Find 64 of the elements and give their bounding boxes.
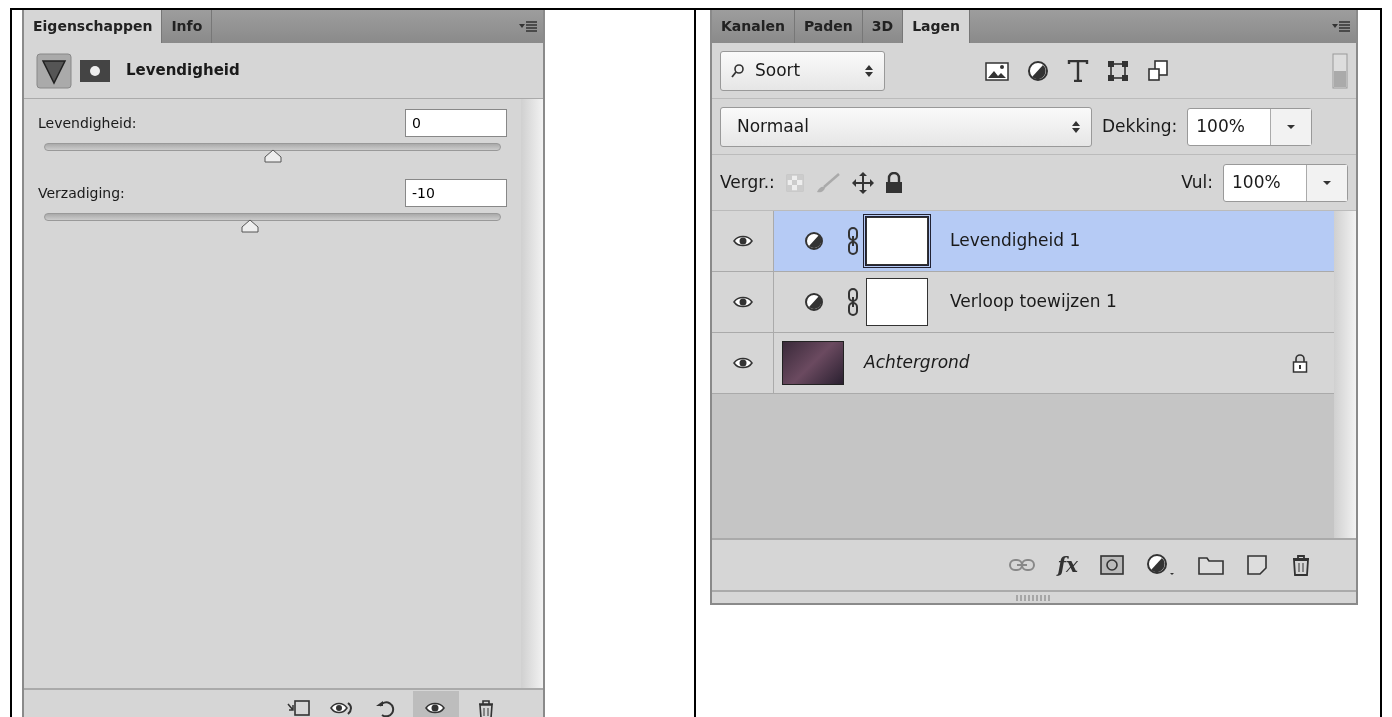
layer-name: Achtergrond <box>864 351 970 375</box>
dropdown-arrow-icon[interactable] <box>1286 123 1297 130</box>
resize-grip-icon[interactable] <box>1016 594 1052 601</box>
field-label: Dekking: <box>1102 114 1178 138</box>
blend-mode-value: Normaal <box>737 114 809 138</box>
slider-label: Levendigheid: <box>38 113 137 133</box>
slider-label: Verzadiging: <box>38 183 125 203</box>
adjustment-icon[interactable] <box>1146 553 1176 577</box>
tool-button[interactable] <box>413 691 459 717</box>
spinner-arrows-icon <box>1071 119 1081 134</box>
adjustment-layer-icon <box>804 231 824 251</box>
mask-icon <box>80 59 110 82</box>
layer-row[interactable]: Levendigheid 1 <box>712 211 1334 272</box>
clip-to-layer-icon <box>286 698 310 717</box>
trash-icon[interactable] <box>1290 553 1312 577</box>
slider-thumb[interactable] <box>240 219 259 233</box>
panel-tab[interactable]: Lagen <box>903 10 971 43</box>
dropdown-arrow-icon[interactable] <box>1322 179 1332 186</box>
layer-name: Levendigheid 1 <box>950 229 1081 253</box>
layer-mask-thumbnail <box>866 217 928 265</box>
opacity-field[interactable]: 100% <box>1187 107 1313 146</box>
field-label: Vul: <box>1181 170 1213 194</box>
filter-toggle-switch[interactable] <box>1332 52 1348 89</box>
adjustment-layer-icon <box>804 292 824 312</box>
shape-filter-icon[interactable] <box>1107 59 1129 82</box>
slider[interactable] <box>44 213 501 235</box>
panel-tab[interactable]: Paden <box>795 10 863 43</box>
spinner-arrows-icon <box>864 63 874 78</box>
panel-tab[interactable]: Kanalen <box>712 10 795 43</box>
padlock-icon[interactable] <box>884 171 903 194</box>
adjustment-filter-icon[interactable] <box>1027 59 1049 82</box>
scrollbar[interactable] <box>1334 211 1356 538</box>
smart-object-filter-icon[interactable] <box>1147 59 1169 82</box>
chain-link-icon <box>846 227 860 255</box>
scrollbar[interactable] <box>521 99 543 688</box>
panel-menu-icon[interactable] <box>519 20 537 33</box>
fx-button[interactable]: fx <box>1057 555 1078 575</box>
fill-field[interactable]: 100% <box>1223 163 1348 202</box>
panel-title: Levendigheid <box>126 60 240 82</box>
type-filter-icon[interactable] <box>1067 59 1089 82</box>
panel-menu-icon[interactable] <box>1332 20 1350 33</box>
new-layer-icon[interactable] <box>1246 554 1268 576</box>
chain-link-icon <box>846 288 860 316</box>
filter-dropdown[interactable]: Soort <box>720 50 885 91</box>
panel-tab[interactable]: Eigenschappen <box>24 10 163 43</box>
mask-icon[interactable] <box>1100 555 1124 575</box>
photo-placeholder <box>782 341 844 385</box>
search-icon <box>731 62 745 79</box>
folder-icon[interactable] <box>1198 555 1224 575</box>
filter-value: Soort <box>755 58 801 82</box>
lock-label: Vergr.: <box>720 170 775 194</box>
layer-row[interactable]: Achtergrond <box>712 333 1334 394</box>
layer-mask-thumbnail <box>866 278 928 326</box>
value-field[interactable]: -10 <box>405 179 507 207</box>
layer-row[interactable]: Verloop toewijzen 1 <box>712 272 1334 333</box>
value-field[interactable]: 0 <box>405 109 507 137</box>
slider-thumb[interactable] <box>263 149 282 163</box>
move-lock-icon[interactable] <box>850 170 875 195</box>
slider[interactable] <box>44 143 501 165</box>
panel-tab[interactable]: Info <box>162 10 213 43</box>
image-filter-icon[interactable] <box>985 60 1009 81</box>
layer-name: Verloop toewijzen 1 <box>950 290 1117 314</box>
checker-lock-icon[interactable] <box>784 172 805 193</box>
blend-mode-dropdown[interactable]: Normaal <box>720 106 1092 147</box>
